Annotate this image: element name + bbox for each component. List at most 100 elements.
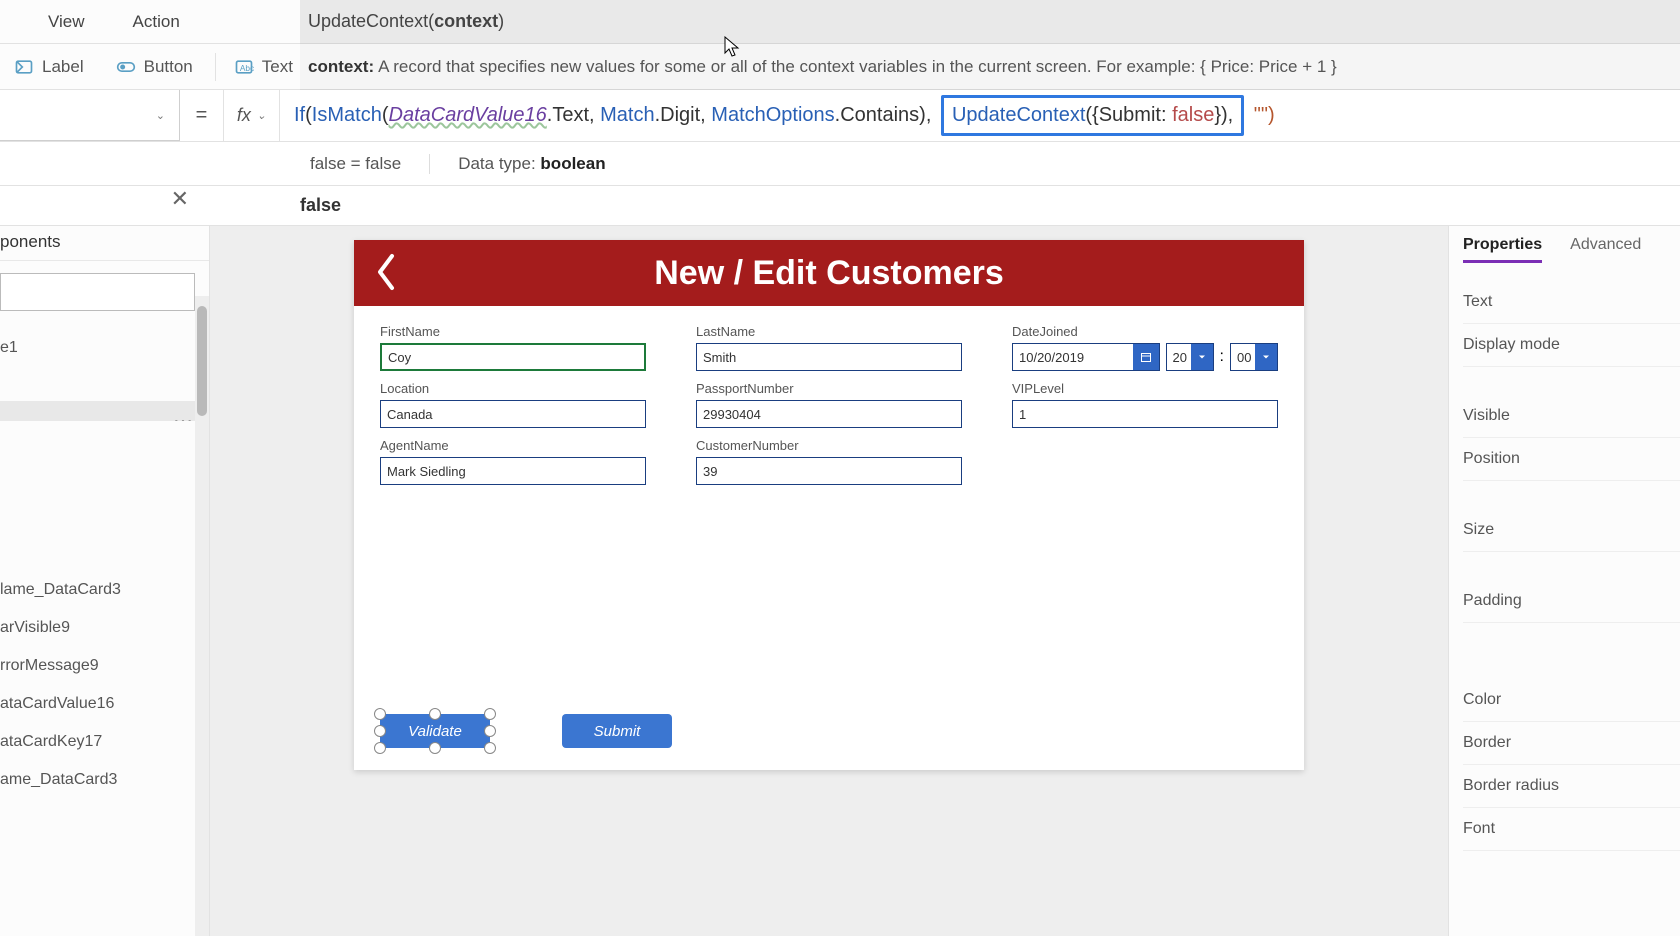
submit-button[interactable]: Submit [562,714,672,748]
prop-text[interactable]: Text [1463,281,1680,324]
tab-properties[interactable]: Properties [1463,236,1542,263]
selection-handle[interactable] [374,725,386,737]
input-hour[interactable]: 20 [1166,343,1214,371]
prop-position[interactable]: Position [1463,438,1680,481]
property-selector[interactable]: ⌄ [0,90,180,141]
scrollbar-thumb[interactable] [197,306,207,416]
prop-display-mode[interactable]: Display mode [1463,324,1680,367]
tree-search-input[interactable] [0,273,195,311]
tok-close2: ), [919,104,931,127]
app-screen[interactable]: New / Edit Customers FirstName LastName … [354,240,1304,770]
prop-size[interactable]: Size [1463,509,1680,552]
prop-visible[interactable]: Visible [1463,395,1680,438]
spacer [1463,552,1680,580]
prop-border-radius[interactable]: Border radius [1463,765,1680,808]
form-body: FirstName LastName DateJoined 10/20/2019 [354,306,1304,503]
menu-action[interactable]: Action [109,12,204,32]
tree-item[interactable]: arVisible9 [0,609,209,647]
input-passport[interactable] [696,400,962,428]
chevron-down-icon: ⌄ [156,109,165,122]
tok-matchoptions: MatchOptions [711,104,834,127]
tok-open2: ( [382,104,389,127]
tree-scrollbar[interactable] [195,296,209,936]
tok-datacard: DataCardValue16 [389,104,547,127]
prop-padding[interactable]: Padding [1463,580,1680,623]
validate-button[interactable]: Validate [380,714,490,748]
fx-label: fx [237,105,251,126]
insert-label-text: Label [42,57,84,77]
form-buttons: Validate Submit [380,714,672,748]
chevron-left-icon [372,252,400,292]
label-passport: PassportNumber [696,381,962,396]
calendar-icon[interactable] [1133,344,1159,370]
main-area: ✕ ponents e1 lame_DataCard3 arVisible9 r… [0,226,1680,936]
menu-view[interactable]: View [24,12,109,32]
equals-sign: = [180,90,224,141]
input-customernumber[interactable] [696,457,962,485]
input-minute[interactable]: 00 [1230,343,1278,371]
field-firstname: FirstName [380,324,646,371]
result-eval: false = false [310,154,430,174]
svg-text:Abc: Abc [240,63,254,73]
selection-handle[interactable] [429,742,441,754]
selection-handle[interactable] [429,708,441,720]
prop-font[interactable]: Font [1463,808,1680,851]
hour-value: 20 [1173,350,1187,365]
field-datejoined: DateJoined 10/20/2019 20 : 00 [1012,324,1278,371]
formula-bar: ⌄ = fx ⌄ If(IsMatch(DataCardValue16.Text… [0,90,1680,142]
input-firstname[interactable] [380,343,646,371]
input-agentname[interactable] [380,457,646,485]
text-icon: Abc [234,57,254,77]
insert-button-button[interactable]: Button [106,53,203,81]
minute-value: 00 [1237,350,1251,365]
tok-dot-digit: .Digit, [655,104,712,127]
tok-updatecontext: UpdateContext [952,104,1085,126]
result-type: Data type: boolean [458,154,605,174]
label-datejoined: DateJoined [1012,324,1278,339]
selection-handle[interactable] [484,708,496,720]
chevron-down-icon [1255,344,1277,370]
prop-border[interactable]: Border [1463,722,1680,765]
sig-prefix: UpdateContext( [308,11,434,32]
tree-item-selected[interactable] [0,401,209,421]
field-lastname: LastName [696,324,962,371]
insert-text-label: Text [262,57,293,77]
tree-item[interactable]: ataCardKey17 [0,723,209,761]
properties-tabs: Properties Advanced [1463,236,1680,263]
input-date[interactable]: 10/20/2019 [1012,343,1160,371]
tok-dot-text: .Text, [547,104,600,127]
formula-input[interactable]: If(IsMatch(DataCardValue16.Text, Match.D… [280,90,1680,141]
back-button[interactable] [372,252,400,292]
tree-item[interactable]: e1 [0,329,209,367]
input-lastname[interactable] [696,343,962,371]
spacer [1463,651,1680,679]
tab-advanced[interactable]: Advanced [1570,236,1641,263]
tree-item[interactable]: rrorMessage9 [0,647,209,685]
insert-ribbon: Label Button Abc Text ⌄ UpdateContext(co… [0,44,1680,90]
tok-if: If [294,104,305,127]
tree-item[interactable]: ataCardValue16 [0,685,209,723]
fx-button[interactable]: fx ⌄ [224,90,280,141]
input-viplevel[interactable] [1012,400,1278,428]
tok-ismatch: IsMatch [312,104,382,127]
selection-handle[interactable] [374,708,386,720]
selection-handle[interactable] [484,742,496,754]
tree-item[interactable]: lame_DataCard3 [0,571,209,609]
tok-dot-contains: .Contains [835,104,920,127]
tree-tab-components[interactable]: ponents [0,232,209,261]
selection-handle[interactable] [484,725,496,737]
canvas-area: New / Edit Customers FirstName LastName … [210,226,1448,936]
tok-empty: "") [1248,104,1274,127]
time-colon: : [1220,348,1224,366]
label-customernumber: CustomerNumber [696,438,962,453]
close-icon[interactable]: ✕ [171,186,189,212]
tree-item[interactable]: ame_DataCard3 [0,761,209,799]
prop-color[interactable]: Color [1463,679,1680,722]
tok-match: Match [600,104,654,127]
input-location[interactable] [380,400,646,428]
insert-label-button[interactable]: Label [4,53,94,81]
tree-view-panel: ✕ ponents e1 lame_DataCard3 arVisible9 r… [0,226,210,936]
spacer [1463,367,1680,395]
form-title: New / Edit Customers [654,254,1004,293]
selection-handle[interactable] [374,742,386,754]
